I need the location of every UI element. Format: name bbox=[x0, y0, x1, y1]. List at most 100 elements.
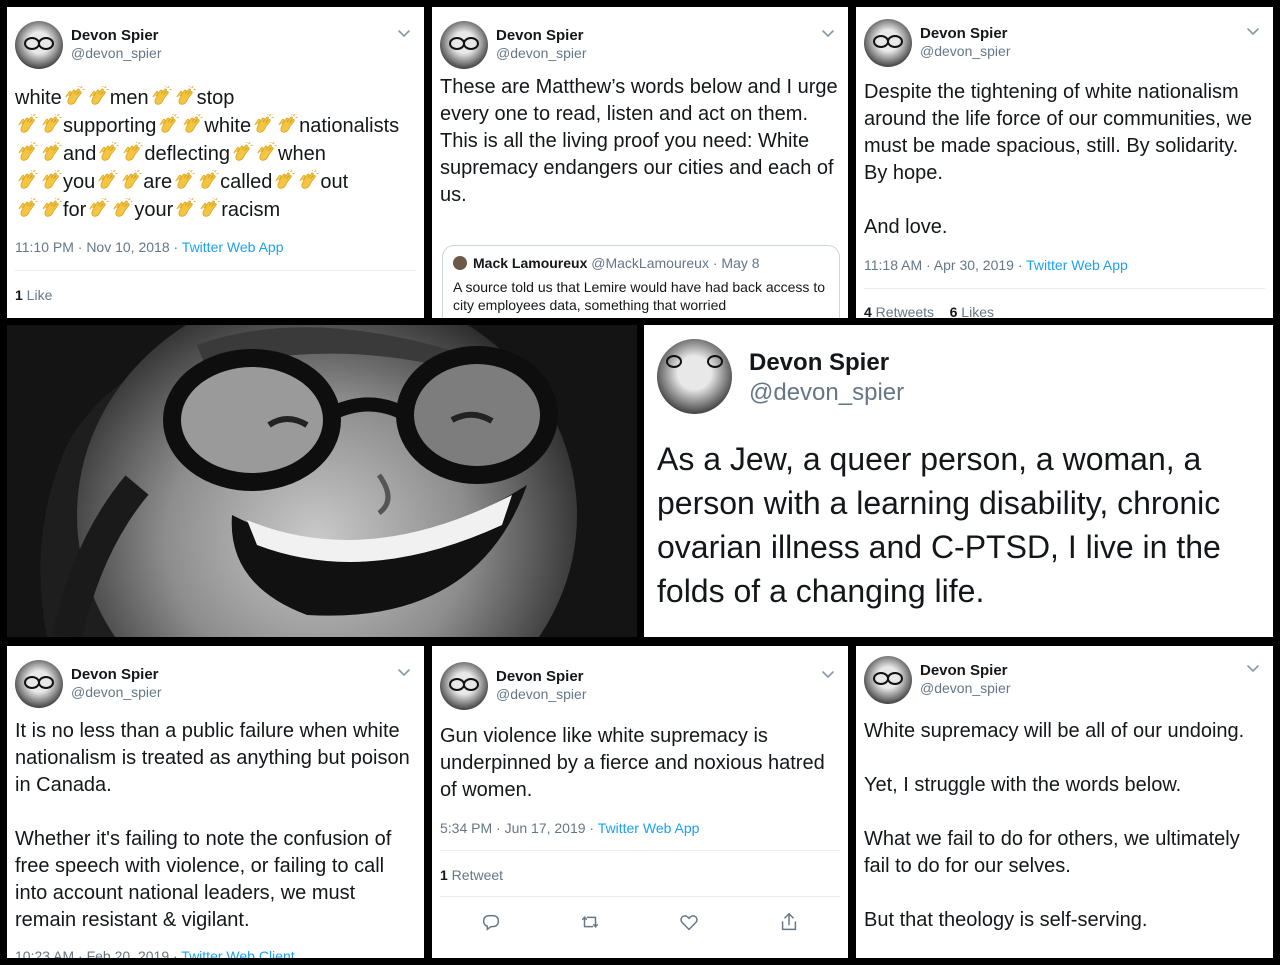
tweet-timestamp[interactable]: 10:23 AM · Feb 20, 2019 · Twitter Web Cl… bbox=[15, 948, 295, 958]
quote-author-avatar bbox=[453, 256, 467, 270]
tweet-word: your bbox=[134, 199, 174, 221]
tweet-timestamp[interactable]: 11:18 AM · Apr 30, 2019 · Twitter Web Ap… bbox=[864, 257, 1128, 273]
author-handle[interactable]: @devon_spier bbox=[71, 45, 162, 61]
tweet-word: deflecting bbox=[144, 143, 230, 165]
avatar[interactable] bbox=[15, 21, 63, 69]
tweet-text: White supremacy will be all of our undoi… bbox=[864, 720, 1245, 931]
chevron-down-icon[interactable] bbox=[396, 25, 412, 41]
tweet-header: Devon Spier @devon_spier bbox=[864, 15, 1265, 71]
tweet-word: men bbox=[109, 87, 149, 109]
avatar[interactable] bbox=[864, 656, 912, 704]
author-handle[interactable]: @devon_spier bbox=[496, 45, 587, 61]
tweet-card: Devon Spier @devon_spier These are Matth… bbox=[432, 7, 848, 318]
author-name[interactable]: Devon Spier bbox=[71, 27, 159, 44]
tweet-source: Twitter Web Client bbox=[181, 948, 295, 958]
tweet-actions bbox=[432, 911, 848, 935]
clapping-hands-emoji bbox=[97, 142, 119, 164]
chevron-down-icon[interactable] bbox=[820, 25, 836, 41]
author-handle[interactable]: @devon_spier bbox=[496, 686, 587, 702]
heart-icon[interactable] bbox=[678, 911, 700, 933]
author-name[interactable]: Devon Spier bbox=[71, 666, 159, 683]
chevron-down-icon[interactable] bbox=[820, 666, 836, 682]
chevron-down-icon[interactable] bbox=[1245, 660, 1261, 676]
tweet-header: Devon Spier @devon_spier bbox=[15, 656, 416, 712]
avatar[interactable] bbox=[864, 19, 912, 67]
chevron-down-icon[interactable] bbox=[1245, 23, 1261, 39]
clapping-hands-emoji bbox=[252, 114, 274, 136]
author-name[interactable]: Devon Spier bbox=[496, 668, 584, 685]
author-name[interactable]: Devon Spier bbox=[920, 25, 1008, 42]
clapping-hands-emoji bbox=[174, 86, 196, 108]
tweet-word: nationalists bbox=[299, 115, 400, 137]
tweet-text-line: supporting white nationalists bbox=[15, 112, 416, 140]
clapping-hands-emoji bbox=[16, 114, 38, 136]
clapping-hands-emoji bbox=[120, 170, 142, 192]
divider bbox=[864, 288, 1265, 289]
tweet-header: Devon Spier @devon_spier bbox=[864, 652, 1265, 708]
tweet-timestamp[interactable]: 5:34 PM · Jun 17, 2019 · Twitter Web App bbox=[440, 820, 699, 836]
clapping-hands-emoji bbox=[150, 86, 172, 108]
clapping-hands-emoji bbox=[273, 170, 295, 192]
clapping-hands-emoji bbox=[16, 198, 38, 220]
tweet-text: As a Jew, a queer person, a woman, a per… bbox=[657, 441, 1221, 609]
clapping-hands-emoji bbox=[87, 198, 109, 220]
tweet-text-line: white men stop bbox=[15, 84, 416, 112]
divider bbox=[440, 896, 840, 897]
tweet-text: These are Matthew’s words below and I ur… bbox=[440, 76, 838, 206]
clapping-hands-emoji bbox=[231, 142, 253, 164]
retweet-count[interactable]: 1 Retweet bbox=[440, 867, 503, 883]
tweet-text: Gun violence like white supremacy is und… bbox=[440, 725, 825, 801]
share-icon[interactable] bbox=[778, 911, 800, 933]
tweet-card: Devon Spier @devon_spier white men stop sup… bbox=[7, 7, 424, 318]
author-handle[interactable]: @devon_spier bbox=[749, 379, 904, 407]
tweet-timestamp[interactable]: 11:10 PM · Nov 10, 2018 · Twitter Web Ap… bbox=[15, 239, 283, 255]
tweet-word: stop bbox=[196, 87, 235, 109]
tweet-word: white bbox=[15, 87, 62, 109]
clapping-hands-emoji bbox=[16, 170, 38, 192]
tweet-text: Despite the tightening of white national… bbox=[864, 81, 1252, 238]
author-name[interactable]: Devon Spier bbox=[496, 27, 584, 44]
clapping-hands-emoji bbox=[40, 170, 62, 192]
chevron-down-icon[interactable] bbox=[396, 664, 412, 680]
tweet-text-line: for your racism bbox=[15, 196, 416, 224]
tweet-text: white men stop supporting white nationalists a… bbox=[15, 84, 416, 224]
tweet-word: and bbox=[63, 143, 97, 165]
tweet-word: for bbox=[63, 199, 87, 221]
tweet-word: out bbox=[320, 171, 349, 193]
retweet-icon[interactable] bbox=[579, 911, 601, 933]
avatar[interactable] bbox=[440, 662, 488, 710]
author-name[interactable]: Devon Spier bbox=[920, 662, 1008, 679]
clapping-hands-emoji bbox=[173, 170, 195, 192]
avatar[interactable] bbox=[440, 21, 488, 69]
quoted-tweet[interactable]: Mack Lamoureux @MackLamoureux · May 8 A … bbox=[442, 245, 840, 318]
tweet-card: Devon Spier @devon_spier White supremacy… bbox=[856, 646, 1273, 958]
tweet-card-featured: Devon Spier @devon_spier As a Jew, a que… bbox=[644, 325, 1273, 637]
tweet-header: Devon Spier @devon_spier bbox=[15, 17, 416, 73]
quote-author-handle: @MackLamoureux · May 8 bbox=[591, 255, 760, 271]
tweet-word: white bbox=[204, 115, 252, 137]
author-handle[interactable]: @devon_spier bbox=[920, 680, 1011, 696]
likes-count[interactable]: 1 Like bbox=[15, 287, 52, 303]
tweet-header: Devon Spier @devon_spier bbox=[440, 658, 840, 714]
author-handle[interactable]: @devon_spier bbox=[920, 43, 1011, 59]
tweet-source: Twitter Web App bbox=[597, 820, 700, 836]
clapping-hands-emoji bbox=[63, 86, 85, 108]
tweet-source: Twitter Web App bbox=[181, 239, 284, 255]
clapping-hands-emoji bbox=[197, 170, 219, 192]
tweet-text-line: and deflecting when bbox=[15, 140, 416, 168]
divider bbox=[440, 850, 840, 851]
reply-icon[interactable] bbox=[480, 911, 502, 933]
clapping-hands-emoji bbox=[297, 170, 319, 192]
avatar[interactable] bbox=[15, 660, 63, 708]
clapping-hands-emoji bbox=[276, 114, 298, 136]
clapping-hands-emoji bbox=[111, 198, 133, 220]
author-name[interactable]: Devon Spier bbox=[749, 349, 889, 377]
author-handle[interactable]: @devon_spier bbox=[71, 684, 162, 700]
engagement-stats[interactable]: 4 Retweets 6 Likes bbox=[864, 304, 994, 318]
avatar[interactable] bbox=[657, 339, 732, 414]
clapping-hands-emoji bbox=[40, 198, 62, 220]
tweet-text: It is no less than a public failure when… bbox=[15, 720, 410, 931]
clapping-hands-emoji bbox=[255, 142, 277, 164]
clapping-hands-emoji bbox=[40, 114, 62, 136]
tweet-card: Devon Spier @devon_spier Gun violence li… bbox=[432, 646, 848, 958]
